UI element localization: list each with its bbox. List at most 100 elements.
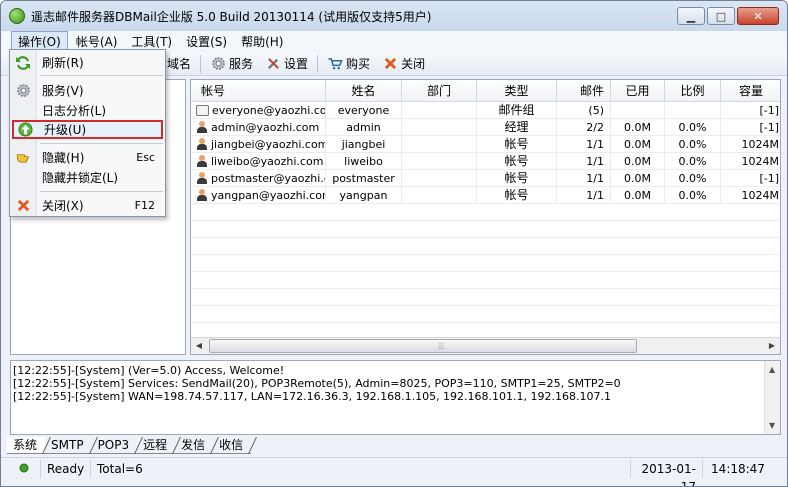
column-mail[interactable]: 邮件 xyxy=(557,80,611,102)
column-ratio[interactable]: 比例 xyxy=(665,80,721,102)
account-name: admin xyxy=(326,119,402,136)
log-line: [12:22:55]-[System] Services: SendMail(2… xyxy=(13,377,621,390)
title-bar[interactable]: 遥志邮件服务器DBMail企业版 5.0 Build 20130114 (试用版… xyxy=(1,1,787,31)
table-row[interactable]: admin@yaozhi.com admin 经理 2/2 0.0M 0.0% … xyxy=(191,119,780,136)
status-time: 14:18:47 xyxy=(711,461,765,476)
close-label: 关闭 xyxy=(401,57,426,71)
tab-receive[interactable]: 收信 xyxy=(213,437,252,454)
account-dept xyxy=(402,170,477,187)
menu-settings[interactable]: 设置(S) xyxy=(180,32,233,51)
account-email: liweibo@yaozhi.com xyxy=(211,155,324,168)
settings-label: 设置 xyxy=(284,57,309,71)
service-label: 服务 xyxy=(229,57,254,71)
table-row[interactable]: jiangbei@yaozhi.com jiangbei 帐号 1/1 0.0M… xyxy=(191,136,780,153)
buy-button[interactable]: 购买 xyxy=(321,53,376,75)
account-capacity: [-1] xyxy=(759,104,779,117)
account-ratio: 0.0% xyxy=(665,153,721,170)
account-used: 0.0M xyxy=(611,153,665,170)
account-name: liweibo xyxy=(326,153,402,170)
table-row[interactable]: postmaster@yaozhi.c... postmaster 帐号 1/1… xyxy=(191,170,780,187)
empty-row xyxy=(191,306,780,323)
window-title: 遥志邮件服务器DBMail企业版 5.0 Build 20130114 (试用版… xyxy=(31,9,432,24)
tab-send[interactable]: 发信 xyxy=(175,437,214,454)
group-icon xyxy=(196,105,209,116)
user-icon xyxy=(196,189,208,201)
operation-menu-dropdown: 刷新(R) 服务(V) 日志分析(L) 升级(U) 隐藏(H) Esc 隐藏并锁… xyxy=(9,49,166,217)
horizontal-scrollbar[interactable]: ◀ ⦙⦙⦙ ▶ xyxy=(191,337,780,354)
account-capacity: [-1] xyxy=(759,121,779,134)
vertical-scrollbar[interactable]: ▲ ▼ xyxy=(764,361,780,434)
close-window-button[interactable]: ✕ xyxy=(737,7,779,25)
close-button[interactable]: 关闭 xyxy=(376,53,431,75)
tab-system[interactable]: 系统 xyxy=(7,437,46,454)
menu-item-shortcut: F12 xyxy=(134,199,155,212)
column-dept[interactable]: 部门 xyxy=(402,80,477,102)
log-panel[interactable]: [12:22:55]-[System] (Ver=5.0) Access, We… xyxy=(10,360,781,435)
account-name: jiangbei xyxy=(326,136,402,153)
menu-item-refresh[interactable]: 刷新(R) xyxy=(12,53,163,72)
account-ratio: 0.0% xyxy=(665,170,721,187)
account-type: 经理 xyxy=(477,119,557,136)
menu-tools[interactable]: 工具(T) xyxy=(125,32,178,51)
close-x-icon xyxy=(382,56,398,72)
scrollbar-thumb[interactable]: ⦙⦙⦙ xyxy=(209,339,637,353)
menu-item-hide[interactable]: 隐藏(H) Esc xyxy=(12,148,163,167)
account-capacity: [-1] xyxy=(759,172,779,185)
scroll-left-arrow-icon[interactable]: ◀ xyxy=(191,338,207,354)
column-capacity[interactable]: 容量 xyxy=(721,80,780,102)
menu-item-log-analysis[interactable]: 日志分析(L) xyxy=(12,101,163,120)
column-account[interactable]: 帐号 xyxy=(191,80,326,102)
account-mail: 1/1 xyxy=(557,187,611,204)
table-row[interactable]: everyone@yaozhi.com everyone 邮件组 (5) [-1… xyxy=(191,102,780,119)
app-logo-icon xyxy=(9,8,25,24)
account-capacity: 1024M xyxy=(741,189,780,202)
table-header: 帐号 姓名 部门 类型 邮件 已用 比例 容量 xyxy=(191,80,780,102)
account-mail: 2/2 xyxy=(557,119,611,136)
domain-button[interactable]: 域名 xyxy=(161,53,197,75)
scroll-down-arrow-icon[interactable]: ▼ xyxy=(769,421,775,430)
account-used: 0.0M xyxy=(611,119,665,136)
menu-item-service[interactable]: 服务(V) xyxy=(12,81,163,100)
tab-pop3[interactable]: POP3 xyxy=(91,437,138,454)
account-ratio: 0.0% xyxy=(665,187,721,204)
column-name[interactable]: 姓名 xyxy=(326,80,402,102)
minimize-button[interactable]: ▁ xyxy=(677,7,705,25)
empty-row xyxy=(191,272,780,289)
account-name: yangpan xyxy=(326,187,402,204)
account-table[interactable]: 帐号 姓名 部门 类型 邮件 已用 比例 容量 everyone@yaozhi.… xyxy=(190,79,781,355)
account-used: 0.0M xyxy=(611,187,665,204)
account-used: 0.0M xyxy=(611,170,665,187)
menu-item-upgrade[interactable]: 升级(U) xyxy=(12,120,163,139)
column-type[interactable]: 类型 xyxy=(477,80,557,102)
service-button[interactable]: 服务 xyxy=(204,53,259,75)
account-ratio: 0.0% xyxy=(665,136,721,153)
menu-item-close[interactable]: 关闭(X) F12 xyxy=(12,196,163,215)
window-controls: ▁ □ ✕ xyxy=(677,7,779,25)
menu-account[interactable]: 帐号(A) xyxy=(70,32,124,51)
settings-button[interactable]: 设置 xyxy=(259,53,314,75)
table-row[interactable]: yangpan@yaozhi.com yangpan 帐号 1/1 0.0M 0… xyxy=(191,187,780,204)
status-ready: Ready xyxy=(41,459,91,478)
account-used xyxy=(611,102,665,119)
toolbar-separator xyxy=(200,54,202,73)
gear-icon xyxy=(210,56,226,72)
account-mail: 1/1 xyxy=(557,136,611,153)
menu-help[interactable]: 帮助(H) xyxy=(235,32,289,51)
scroll-up-arrow-icon[interactable]: ▲ xyxy=(769,365,775,374)
log-tabs: 系统 SMTP POP3 远程 发信 收信 xyxy=(7,436,252,454)
hand-icon xyxy=(12,150,34,165)
account-ratio xyxy=(665,102,721,119)
account-capacity: 1024M xyxy=(741,155,780,168)
scroll-right-arrow-icon[interactable]: ▶ xyxy=(764,338,780,354)
account-capacity: 1024M xyxy=(741,138,780,151)
tab-remote[interactable]: 远程 xyxy=(137,437,176,454)
column-used[interactable]: 已用 xyxy=(611,80,665,102)
account-type: 帐号 xyxy=(477,153,557,170)
table-row[interactable]: liweibo@yaozhi.com liweibo 帐号 1/1 0.0M 0… xyxy=(191,153,780,170)
menu-item-hide-lock[interactable]: 隐藏并锁定(L) xyxy=(12,168,163,187)
menu-item-label: 升级(U) xyxy=(44,123,87,137)
maximize-button[interactable]: □ xyxy=(707,7,735,25)
tab-smtp[interactable]: SMTP xyxy=(45,437,92,454)
app-window: 遥志邮件服务器DBMail企业版 5.0 Build 20130114 (试用版… xyxy=(0,0,788,487)
domain-label: 域名 xyxy=(167,57,192,71)
